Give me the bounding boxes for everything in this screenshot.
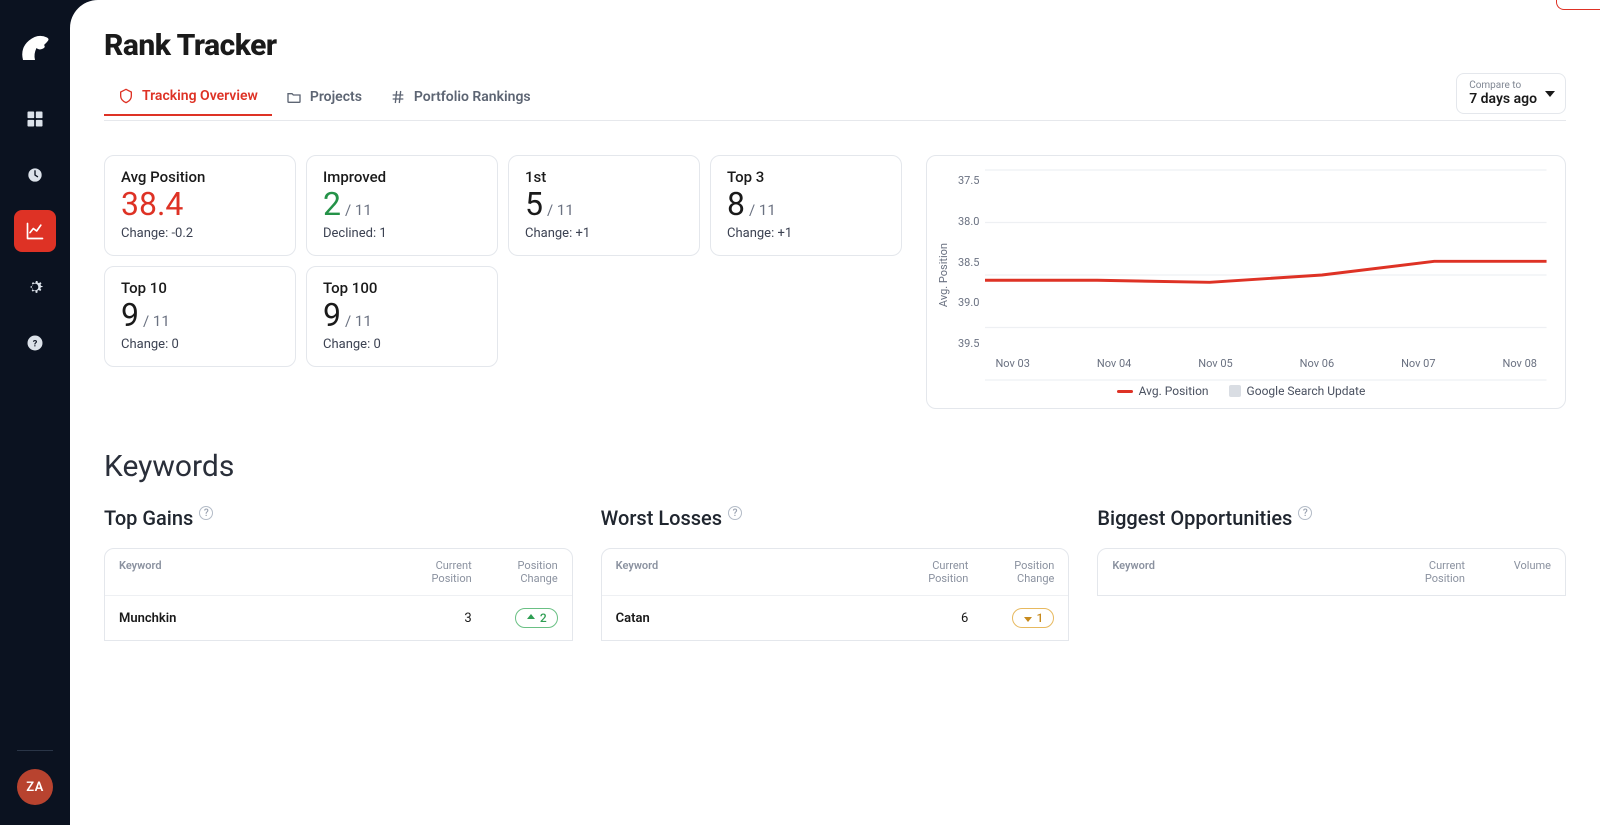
keywords-heading: Keywords (104, 449, 1566, 484)
legend-label: Google Search Update (1247, 384, 1366, 398)
col-position-change: PositionChange (974, 559, 1054, 585)
chart-y-ticks: 37.538.038.539.039.5 (952, 170, 985, 380)
top-gains-table: Keyword CurrentPosition PositionChange M… (104, 548, 573, 641)
col-keyword: Keyword (1112, 559, 1399, 585)
position-change-badge: 2 (515, 608, 558, 628)
help-icon[interactable]: ? (728, 506, 742, 520)
chart-svg (985, 170, 1547, 380)
card-sub: Change: 0 (121, 337, 279, 352)
chevron-down-icon (1545, 91, 1555, 97)
col-position-change: PositionChange (478, 559, 558, 585)
table-row[interactable]: Catan 6 1 (602, 595, 1069, 640)
card-value: 8 (727, 188, 745, 220)
card-value: 5 (525, 188, 543, 220)
tab-label: Tracking Overview (142, 88, 258, 104)
card-sub: Change: +1 (525, 226, 683, 241)
tab-label: Projects (310, 89, 362, 105)
tab-label: Portfolio Rankings (414, 89, 531, 105)
legend-swatch-square (1229, 385, 1241, 397)
col-current-position: CurrentPosition (902, 559, 974, 585)
card-value: 9 (121, 299, 139, 331)
compare-dropdown[interactable]: Compare to 7 days ago (1456, 73, 1566, 114)
nav-dashboard-icon[interactable] (14, 98, 56, 140)
biggest-opportunities-table: Keyword CurrentPosition Volume (1097, 548, 1566, 596)
card-denom: / 11 (143, 312, 170, 330)
worst-losses-title: Worst Losses ? (601, 506, 1070, 530)
nav-help-icon[interactable]: ? (14, 322, 56, 364)
card-avg-position[interactable]: Avg Position 38.4 Change: -0.2 (104, 155, 296, 256)
col-volume: Volume (1471, 559, 1551, 585)
col-current-position: CurrentPosition (1399, 559, 1471, 585)
card-denom: / 11 (749, 201, 776, 219)
card-top100[interactable]: Top 100 9/ 11 Change: 0 (306, 266, 498, 367)
sidebar: ? ZA (0, 0, 70, 825)
card-denom: / 11 (547, 201, 574, 219)
card-value: 2 (323, 188, 341, 220)
app-logo (17, 30, 53, 66)
chart-x-ticks: Nov 03Nov 04Nov 05Nov 06Nov 07Nov 08 (985, 357, 1547, 370)
compare-label: Compare to (1469, 80, 1537, 91)
card-title: Top 100 (323, 279, 481, 297)
compare-value: 7 days ago (1469, 91, 1537, 107)
tab-bar: Tracking Overview Projects Portfolio Ran… (104, 73, 1566, 121)
side-panel-toggle[interactable] (1556, 0, 1600, 10)
legend-label: Avg. Position (1139, 384, 1209, 398)
nav-settings-icon[interactable] (14, 266, 56, 308)
page-title: Rank Tracker (104, 28, 1566, 63)
tab-portfolio-rankings[interactable]: Portfolio Rankings (376, 79, 545, 115)
position-change-badge: 1 (1012, 608, 1055, 628)
card-title: 1st (525, 168, 683, 186)
top-gains-title: Top Gains ? (104, 506, 573, 530)
help-icon[interactable]: ? (199, 506, 213, 520)
nav-clock-icon[interactable] (14, 154, 56, 196)
card-first[interactable]: 1st 5/ 11 Change: +1 (508, 155, 700, 256)
cell-keyword: Munchkin (119, 611, 406, 626)
legend-swatch-line (1117, 390, 1133, 393)
card-title: Improved (323, 168, 481, 186)
worst-losses-table: Keyword CurrentPosition PositionChange C… (601, 548, 1070, 641)
help-icon[interactable]: ? (1298, 506, 1312, 520)
tab-tracking-overview[interactable]: Tracking Overview (104, 78, 272, 116)
card-sub: Change: -0.2 (121, 226, 279, 241)
col-keyword: Keyword (616, 559, 903, 585)
avg-position-chart: Avg. Position 37.538.038.539.039.5 (926, 155, 1566, 409)
cell-keyword: Catan (616, 611, 903, 626)
cell-position: 3 (406, 611, 478, 626)
card-value: 9 (323, 299, 341, 331)
card-sub: Declined: 1 (323, 226, 481, 241)
table-row[interactable]: Munchkin 3 2 (105, 595, 572, 640)
card-value: 38.4 (121, 188, 183, 220)
summary-cards: Avg Position 38.4 Change: -0.2 Improved … (104, 155, 902, 409)
cell-position: 6 (902, 611, 974, 626)
card-title: Avg Position (121, 168, 279, 186)
main-panel: Rank Tracker Tracking Overview Projects … (70, 0, 1600, 825)
card-top10[interactable]: Top 10 9/ 11 Change: 0 (104, 266, 296, 367)
tab-projects[interactable]: Projects (272, 79, 376, 115)
chart-y-label: Avg. Position (935, 243, 952, 307)
card-improved[interactable]: Improved 2/ 11 Declined: 1 (306, 155, 498, 256)
col-current-position: CurrentPosition (406, 559, 478, 585)
sidebar-separator (17, 750, 53, 751)
card-top3[interactable]: Top 3 8/ 11 Change: +1 (710, 155, 902, 256)
card-title: Top 3 (727, 168, 885, 186)
card-sub: Change: +1 (727, 226, 885, 241)
user-avatar[interactable]: ZA (17, 769, 53, 805)
svg-text:?: ? (33, 339, 38, 349)
card-title: Top 10 (121, 279, 279, 297)
nav-rank-tracker-icon[interactable] (14, 210, 56, 252)
card-sub: Change: 0 (323, 337, 481, 352)
card-denom: / 11 (345, 201, 372, 219)
col-keyword: Keyword (119, 559, 406, 585)
biggest-opportunities-title: Biggest Opportunities ? (1097, 506, 1566, 530)
chart-legend: Avg. Position Google Search Update (935, 384, 1547, 398)
card-denom: / 11 (345, 312, 372, 330)
